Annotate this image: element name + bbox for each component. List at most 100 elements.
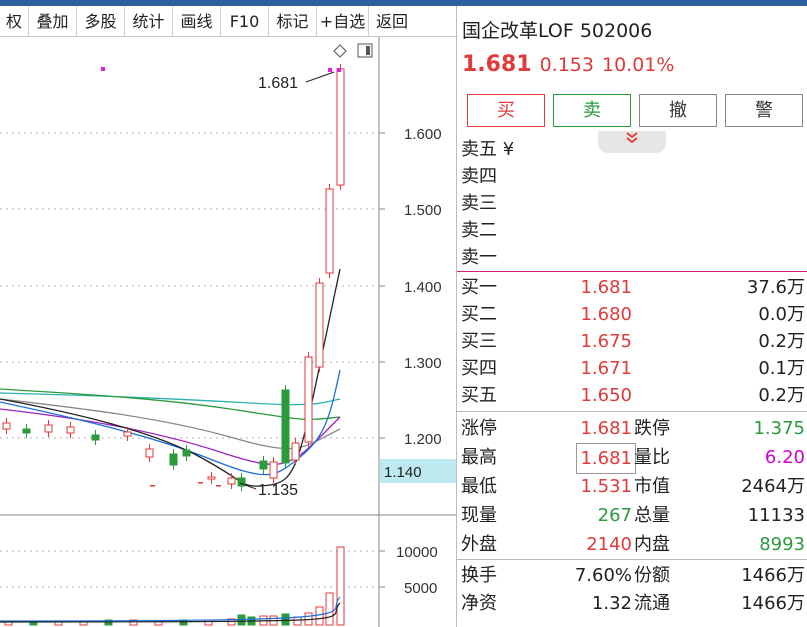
stat-label: 最高 [461,447,497,468]
kline-chart[interactable]: 1.600 1.500 1.400 1.300 1.200 1.140 1000… [0,37,456,627]
divider [457,559,807,560]
volume-bars [0,546,345,626]
candle-body [315,282,324,368]
stat-label: 内盘 [634,534,670,555]
bid-row[interactable]: 买三 1.675 0.2万 [457,328,807,355]
toolbar-mark-button[interactable]: 标记 [269,6,317,37]
trade-buttons: 买 卖 撤 警 [467,94,804,127]
marker-dot [337,68,341,72]
volume-bar [237,614,246,626]
ask-label: 卖一 [461,247,497,268]
price-change-pct: 10.01% [602,54,675,76]
stat-value: 2464万 [741,476,805,497]
kline-chart-area[interactable]: 1.600 1.500 1.400 1.300 1.200 1.140 1000… [0,37,456,627]
high-marker-label: 1.681 [258,75,298,92]
volume-axis: 10000 5000 [379,544,438,597]
candle-body [281,389,290,464]
ask-row[interactable]: 卖五 ¥ [457,136,807,163]
candlesticks [2,64,345,491]
marker-dot [328,68,332,72]
quote-panel: 国企改革LOF 502006 1.681 0.153 10.01% 买 卖 撤 警 … [456,6,807,627]
stat-label: 现量 [461,505,497,526]
candle-body [259,460,268,470]
candle-body [66,426,75,434]
toolbar-back-button[interactable]: 返回 [369,6,415,37]
ask-label: 卖四 [461,166,497,187]
stat-value: 2140 [586,534,632,555]
candle-body [182,449,191,457]
bid-volume: 0.1万 [758,358,805,379]
bid-volume: 0.2万 [758,331,805,352]
candle-body [304,356,313,443]
stat-value: 1.375 [753,418,805,439]
volume-tick-label: 10000 [396,544,438,561]
quote-line: 1.681 0.153 10.01% [462,52,674,77]
candle-body [291,442,300,461]
stat-value: 7.60% [574,565,632,586]
ask-row[interactable]: 卖一 [457,244,807,271]
ask-row[interactable]: 卖二 [457,217,807,244]
toolbar-add-watchlist-button[interactable]: +自选 [317,6,369,37]
stat-label: 跌停 [634,418,670,439]
ask-label: 卖五 ¥ [461,139,515,160]
volume-bar [315,606,324,626]
ask-row[interactable]: 卖四 [457,163,807,190]
stat-value-highlighted: 1.681 [576,443,636,474]
toolbar-f10-button[interactable]: F10 [221,6,269,37]
ask-row[interactable]: 卖三 [457,190,807,217]
bid-row[interactable]: 买二 1.680 0.0万 [457,301,807,328]
low-marker-label: 1.135 [258,482,298,499]
candle-body [123,431,132,437]
stat-label: 外盘 [461,534,497,555]
ask-label: 卖二 [461,220,497,241]
toolbar-rights-button[interactable]: 权 [0,6,29,37]
stat-label: 净资 [461,593,497,614]
toolbar-multi-stock-button[interactable]: 多股 [77,6,125,37]
bid-price: 1.650 [580,385,632,406]
volume-ma-line [0,596,341,622]
candle-doji [198,482,203,484]
buy-button[interactable]: 买 [467,94,545,127]
toolbar-stats-button[interactable]: 统计 [125,6,173,37]
stat-value: 11133 [747,505,805,526]
stat-value: 6.20 [764,447,805,468]
stat-label: 流通 [634,593,670,614]
candle-body [22,428,31,434]
volume-bar [325,592,334,626]
stat-value: 1466万 [741,593,805,614]
candle-body [269,461,278,479]
stats-row: 换手 7.60% 份额 1466万 [457,561,807,590]
stats-row: 最高 1.681 量比 6.20 [457,443,807,474]
candle-body [325,188,334,274]
bid-price: 1.680 [580,304,632,325]
stat-label: 换手 [461,565,497,586]
diamond-icon[interactable] [333,44,347,58]
stat-value: 1466万 [741,565,805,586]
sell-button[interactable]: 卖 [553,94,631,127]
bid-row[interactable]: 买一 1.681 37.6万 [457,274,807,301]
bid-label: 买三 [461,331,497,352]
alert-button[interactable]: 警 [725,94,803,127]
bid-row[interactable]: 买四 1.671 0.1万 [457,355,807,382]
toolbar-draw-button[interactable]: 画线 [173,6,221,37]
ask-label: 卖三 [461,193,497,214]
stat-label: 份额 [634,565,670,586]
bid-label: 买四 [461,358,497,379]
bid-row[interactable]: 买五 1.650 0.2万 [457,382,807,409]
volume-tick-label: 5000 [404,580,437,597]
toolbar-overlay-button[interactable]: 叠加 [29,6,77,37]
bid-volume: 37.6万 [746,277,805,298]
bid-volume: 0.0万 [758,304,805,325]
candle-body [91,434,100,441]
candle-body [207,476,216,480]
bid-price: 1.671 [580,358,632,379]
volume-bar [281,613,290,626]
bid-volume: 0.2万 [758,385,805,406]
cancel-order-button[interactable]: 撤 [639,94,717,127]
last-price: 1.681 [462,52,532,77]
price-tick-label: 1.300 [404,355,442,372]
candle-doji [150,485,155,487]
bid-label: 买五 [461,385,497,406]
chart-controls [333,43,373,58]
stat-value: 8993 [759,534,805,555]
